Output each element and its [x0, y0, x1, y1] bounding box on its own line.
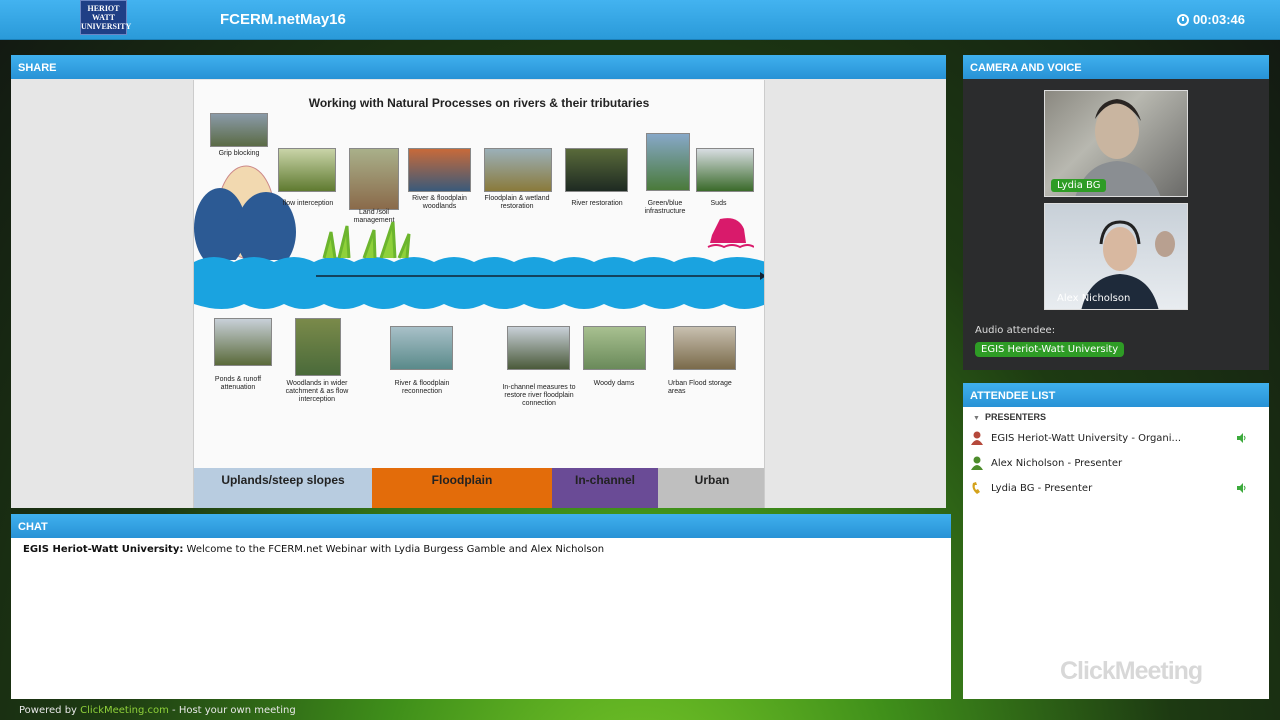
zone-in-channel: In-channel: [552, 468, 658, 508]
meeting-timer: 00:03:46: [1176, 12, 1245, 27]
meeting-title: FCERM.netMay16: [220, 11, 346, 28]
collapse-triangle-icon: ▼: [973, 415, 980, 422]
caption: Urban Flood storage areas: [668, 380, 732, 395]
photo-catchment-woodlands: [295, 318, 341, 376]
caption: flow interception: [282, 200, 334, 207]
speaker-icon: [1237, 483, 1246, 493]
caption: Woody dams: [593, 380, 635, 387]
audio-attendee-label: Audio attendee:: [975, 325, 1056, 336]
caption: River & floodplain woodlands: [412, 195, 467, 210]
footer-link[interactable]: ClickMeeting.com: [80, 705, 169, 716]
presentation-slide: Working with Natural Processes on rivers…: [193, 80, 765, 508]
share-panel: Working with Natural Processes on rivers…: [11, 79, 946, 508]
photo-in-channel: [507, 326, 570, 370]
caption: Woodlands in wider catchment & as flow i…: [285, 380, 349, 403]
footer: Powered by ClickMeeting.com - Host your …: [19, 705, 296, 716]
attendee-row[interactable]: EGIS Heriot-Watt University - Organi...: [971, 428, 1261, 448]
attendee-row[interactable]: Alex Nicholson - Presenter: [971, 453, 1261, 473]
photo-floodplain-reconnection: [390, 326, 453, 370]
video-tile-alex[interactable]: Alex Nicholson: [1044, 203, 1188, 310]
timer-value: 00:03:46: [1192, 12, 1245, 27]
photo-green-infrastructure: [646, 133, 690, 191]
caption: River & floodplain reconnection: [394, 380, 450, 395]
attendee-row[interactable]: Lydia BG - Presenter: [971, 478, 1261, 498]
grass-illustration: [322, 221, 411, 259]
video-name-label: Lydia BG: [1051, 179, 1107, 192]
group-label: PRESENTERS: [984, 412, 1046, 422]
photo-river-restoration: [565, 148, 628, 192]
caption: Land /soil management: [353, 209, 395, 224]
photo-ponds: [214, 318, 272, 366]
caption: Grip blocking: [218, 150, 260, 157]
attendee-name: EGIS Heriot-Watt University - Organi...: [991, 432, 1182, 444]
chat-author: EGIS Heriot-Watt University:: [23, 544, 184, 555]
chat-message: EGIS Heriot-Watt University: Welcome to …: [23, 544, 939, 555]
photo-suds: [696, 148, 754, 192]
video-tile-lydia[interactable]: Lydia BG: [1044, 90, 1188, 197]
attendee-panel-header: ATTENDEE LIST: [963, 383, 1269, 407]
photo-woody-dams: [583, 326, 646, 370]
camera-panel: Lydia BG Alex Nicholson Audio attendee: …: [963, 79, 1269, 370]
clock-icon: [1176, 13, 1189, 26]
speaker-icon: [1237, 433, 1246, 443]
zone-floodplain: Floodplain: [372, 468, 552, 508]
photo-grip-blocking: [210, 113, 268, 147]
audio-attendee-badge: EGIS Heriot-Watt University: [975, 342, 1125, 357]
boat-illustration: [707, 218, 754, 249]
university-logo: HERIOT WATT UNIVERSITY: [80, 0, 131, 35]
chat-panel-header: CHAT: [11, 514, 951, 538]
attendee-name: Alex Nicholson - Presenter: [991, 457, 1123, 469]
photo-wetland: [484, 148, 552, 192]
person-icon: [971, 456, 983, 470]
photo-woodlands: [408, 148, 471, 192]
footer-suffix: - Host your own meeting: [172, 705, 296, 716]
zone-urban: Urban: [658, 468, 764, 508]
river-illustration: [194, 257, 764, 309]
caption: Suds: [710, 200, 727, 207]
caption: Floodplain & wetland restoration: [484, 195, 550, 210]
video-name-label: Alex Nicholson: [1057, 293, 1131, 304]
share-panel-header: SHARE: [11, 55, 946, 79]
chat-panel[interactable]: EGIS Heriot-Watt University: Welcome to …: [11, 538, 951, 699]
footer-prefix: Powered by: [19, 705, 77, 716]
caption: River restoration: [571, 200, 623, 207]
caption: Green/blue infrastructure: [644, 200, 686, 215]
slide-title: Working with Natural Processes on rivers…: [308, 96, 650, 110]
top-bar: HERIOT WATT UNIVERSITY FCERM.netMay16 00…: [0, 0, 1280, 40]
attendee-panel: ▼ PRESENTERS EGIS Heriot-Watt University…: [963, 407, 1269, 699]
caption: Ponds & runoff attenuation: [214, 376, 262, 391]
person-icon: [971, 431, 983, 445]
caption: In-channel measures to restore river flo…: [502, 384, 576, 407]
photo-land-management: [349, 148, 399, 210]
photo-urban-storage: [673, 326, 736, 370]
photo-flow-interception: [278, 148, 336, 192]
attendee-name: Lydia BG - Presenter: [991, 482, 1093, 494]
presenters-group-header[interactable]: ▼ PRESENTERS: [973, 412, 1046, 422]
clickmeeting-watermark: ClickMeeting: [1060, 657, 1203, 685]
zone-uplands: Uplands/steep slopes: [194, 468, 372, 508]
camera-panel-header: CAMERA AND VOICE: [963, 55, 1269, 79]
phone-icon: [972, 482, 980, 494]
chat-text: Welcome to the FCERM.net Webinar with Ly…: [186, 544, 605, 555]
